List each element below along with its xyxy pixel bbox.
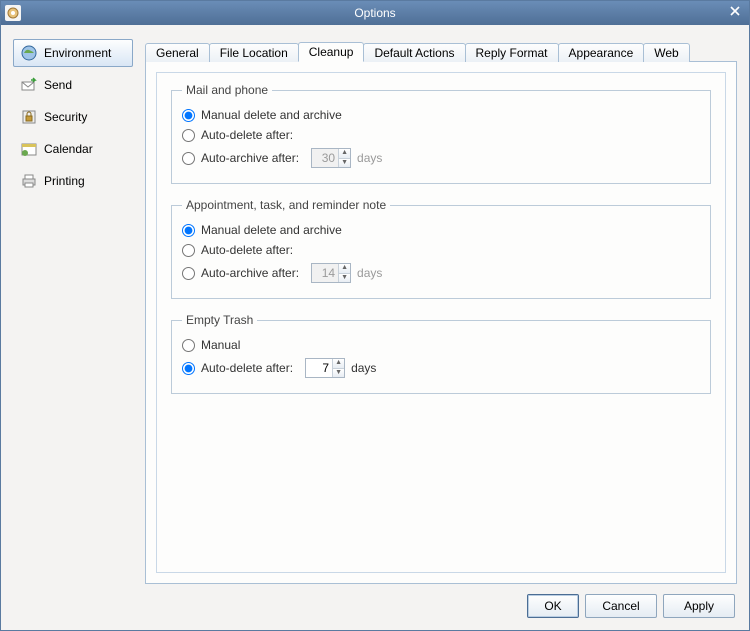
appt-days-input <box>312 264 338 282</box>
group-appointment: Appointment, task, and reminder note Man… <box>171 198 711 299</box>
radio-trash-autodelete[interactable]: Auto-delete after: <box>182 361 293 375</box>
radio-mail-autodelete[interactable]: Auto-delete after: <box>182 125 700 145</box>
dialog-button-bar: OK Cancel Apply <box>13 584 737 622</box>
tab-label: Default Actions <box>374 46 454 60</box>
ok-button[interactable]: OK <box>527 594 579 618</box>
calendar-icon <box>20 140 38 158</box>
tab-label: General <box>156 46 199 60</box>
sidebar-item-label: Environment <box>44 46 111 60</box>
radio-input[interactable] <box>182 267 195 280</box>
mail-days-spinner: ▲▼ <box>311 148 351 168</box>
apply-button[interactable]: Apply <box>663 594 735 618</box>
tab-general[interactable]: General <box>145 43 210 62</box>
tab-reply-format[interactable]: Reply Format <box>465 43 559 62</box>
printer-icon <box>20 172 38 190</box>
radio-appt-autoarchive[interactable]: Auto-archive after: <box>182 266 299 280</box>
radio-mail-autoarchive[interactable]: Auto-archive after: <box>182 151 299 165</box>
radio-label: Auto-archive after: <box>201 151 299 165</box>
tab-label: Appearance <box>569 46 634 60</box>
tab-label: Cleanup <box>309 45 354 59</box>
tab-appearance[interactable]: Appearance <box>558 43 645 62</box>
tab-bar: General File Location Cleanup Default Ac… <box>145 39 737 61</box>
tab-label: Reply Format <box>476 46 548 60</box>
spin-up-icon: ▲ <box>339 149 350 158</box>
radio-appt-manual[interactable]: Manual delete and archive <box>182 220 700 240</box>
sidebar-item-send[interactable]: Send <box>13 71 133 99</box>
radio-input[interactable] <box>182 362 195 375</box>
category-sidebar: Environment Send Security <box>13 39 133 584</box>
radio-label: Auto-archive after: <box>201 266 299 280</box>
days-unit: days <box>351 361 376 375</box>
trash-days-spinner[interactable]: ▲▼ <box>305 358 345 378</box>
sidebar-item-calendar[interactable]: Calendar <box>13 135 133 163</box>
tab-label: Web <box>654 46 678 60</box>
sidebar-item-label: Send <box>44 78 72 92</box>
globe-icon <box>20 44 38 62</box>
radio-label: Manual delete and archive <box>201 223 342 237</box>
tab-file-location[interactable]: File Location <box>209 43 299 62</box>
lock-icon <box>20 108 38 126</box>
radio-label: Manual delete and archive <box>201 108 342 122</box>
tab-panel-cleanup: Mail and phone Manual delete and archive… <box>145 61 737 584</box>
content-area: General File Location Cleanup Default Ac… <box>145 39 737 584</box>
days-unit: days <box>357 151 382 165</box>
sidebar-item-label: Calendar <box>44 142 93 156</box>
sidebar-item-printing[interactable]: Printing <box>13 167 133 195</box>
app-icon <box>5 5 21 21</box>
tab-cleanup[interactable]: Cleanup <box>298 42 365 62</box>
radio-label: Auto-delete after: <box>201 361 293 375</box>
spin-down-icon: ▼ <box>339 158 350 168</box>
spin-down-icon: ▼ <box>339 273 350 283</box>
radio-label: Manual <box>201 338 240 352</box>
group-mail-phone: Mail and phone Manual delete and archive… <box>171 83 711 184</box>
sidebar-item-label: Printing <box>44 174 85 188</box>
trash-days-input[interactable] <box>306 359 332 377</box>
spin-up-icon[interactable]: ▲ <box>333 359 344 368</box>
tab-label: File Location <box>220 46 288 60</box>
group-legend: Mail and phone <box>182 83 272 97</box>
sidebar-item-label: Security <box>44 110 87 124</box>
titlebar[interactable]: Options <box>1 1 749 25</box>
radio-input[interactable] <box>182 244 195 257</box>
tab-default-actions[interactable]: Default Actions <box>363 43 465 62</box>
radio-input[interactable] <box>182 224 195 237</box>
radio-label: Auto-delete after: <box>201 243 293 257</box>
dialog-body: Environment Send Security <box>1 25 749 630</box>
mail-days-input <box>312 149 338 167</box>
days-unit: days <box>357 266 382 280</box>
close-icon[interactable] <box>727 5 743 21</box>
radio-input[interactable] <box>182 339 195 352</box>
group-empty-trash: Empty Trash Manual Auto-delete after: <box>171 313 711 394</box>
spin-down-icon[interactable]: ▼ <box>333 368 344 378</box>
radio-input[interactable] <box>182 152 195 165</box>
appt-days-spinner: ▲▼ <box>311 263 351 283</box>
radio-appt-autodelete[interactable]: Auto-delete after: <box>182 240 700 260</box>
radio-input[interactable] <box>182 129 195 142</box>
group-legend: Appointment, task, and reminder note <box>182 198 390 212</box>
sidebar-item-environment[interactable]: Environment <box>13 39 133 67</box>
sidebar-item-security[interactable]: Security <box>13 103 133 131</box>
send-icon <box>20 76 38 94</box>
radio-mail-manual[interactable]: Manual delete and archive <box>182 105 700 125</box>
group-legend: Empty Trash <box>182 313 257 327</box>
radio-trash-manual[interactable]: Manual <box>182 335 700 355</box>
tab-web[interactable]: Web <box>643 43 689 62</box>
radio-input[interactable] <box>182 109 195 122</box>
options-window: Options Environment Send <box>0 0 750 631</box>
cancel-button[interactable]: Cancel <box>585 594 657 618</box>
spin-up-icon: ▲ <box>339 264 350 273</box>
radio-label: Auto-delete after: <box>201 128 293 142</box>
window-title: Options <box>354 6 395 20</box>
